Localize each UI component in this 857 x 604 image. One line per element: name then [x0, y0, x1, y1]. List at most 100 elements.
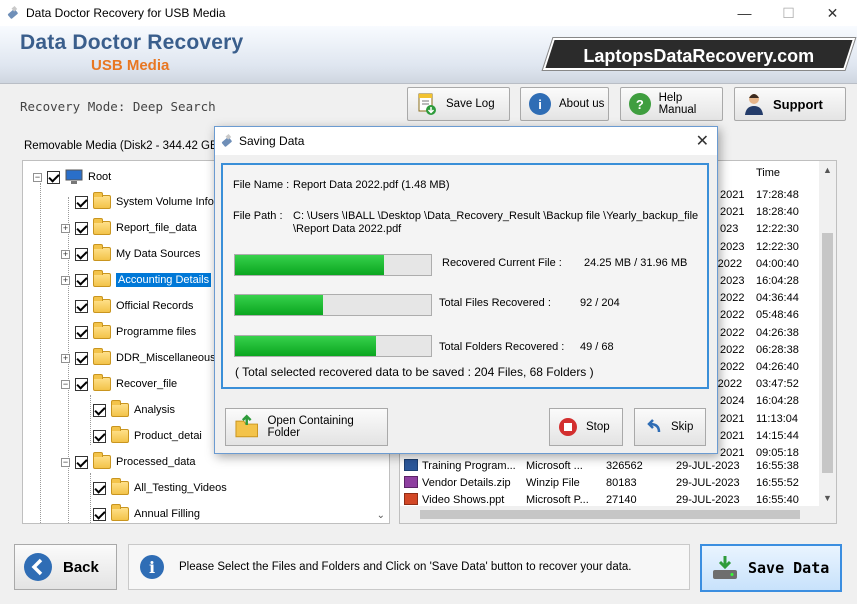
tree-item[interactable]: − Recover_file	[61, 373, 177, 395]
support-button[interactable]: Support	[734, 87, 846, 121]
horizontal-scrollbar[interactable]	[400, 506, 836, 523]
files-recovered-label: Total Files Recovered :	[439, 297, 551, 309]
info-message: Please Select the Files and Folders and …	[179, 561, 632, 573]
tree-label: Product_detai	[134, 430, 202, 442]
files-progress-bar	[234, 294, 432, 316]
tree-item[interactable]: Analysis	[93, 399, 175, 421]
save-data-button[interactable]: Save Data	[700, 544, 842, 592]
collapse-icon[interactable]: −	[61, 379, 70, 389]
file-name-value: Report Data 2022.pdf (1.48 MB)	[293, 179, 450, 191]
current-file-value: 24.25 MB / 31.96 MB	[584, 257, 688, 269]
folder-icon	[93, 192, 111, 209]
tree-checkbox[interactable]	[75, 351, 88, 365]
tree-checkbox[interactable]	[75, 455, 88, 469]
tree-item[interactable]: Official Records	[61, 295, 193, 317]
scroll-down-icon[interactable]: ▼	[823, 493, 832, 503]
vertical-scrollbar[interactable]: ▲ ▼	[819, 161, 836, 523]
tree-checkbox[interactable]	[75, 325, 88, 339]
file-name-cell[interactable]: Video Shows.ppt	[422, 494, 504, 506]
tree-checkbox[interactable]	[75, 273, 88, 287]
column-header-time[interactable]: Time	[756, 167, 780, 179]
file-size-cell: 27140	[606, 494, 637, 506]
brand-subtitle: USB Media	[91, 57, 170, 74]
scroll-down-icon[interactable]: ⌄	[377, 510, 385, 521]
stop-icon	[559, 418, 577, 436]
tree-checkbox[interactable]	[75, 299, 88, 313]
dialog-close-button[interactable]: ✕	[696, 131, 709, 151]
expand-icon[interactable]: +	[61, 353, 70, 363]
file-date-cell: 2022	[720, 361, 745, 373]
tree-item[interactable]: + DDR_Miscellaneous	[61, 347, 216, 369]
open-containing-folder-button[interactable]: Open Containing Folder	[225, 408, 388, 446]
file-date-cell: 2022	[720, 309, 745, 322]
website-text: LaptopsDataRecovery.com	[582, 46, 814, 66]
scroll-thumb[interactable]	[822, 233, 833, 473]
tree-label: System Volume Info	[116, 196, 214, 208]
tree-item[interactable]: Product_detai	[93, 425, 202, 447]
tree-item[interactable]: + Report_file_data	[61, 217, 197, 239]
stop-button[interactable]: Stop	[549, 408, 623, 446]
tree-label: Root	[88, 171, 112, 183]
minimize-button[interactable]: —	[722, 0, 767, 26]
collapse-icon[interactable]: −	[33, 172, 42, 182]
progress-fill	[235, 255, 384, 275]
tree-checkbox[interactable]	[47, 170, 60, 184]
close-window-button[interactable]: ✕	[810, 0, 855, 26]
tree-checkbox[interactable]	[93, 507, 106, 521]
scroll-thumb[interactable]	[420, 510, 800, 519]
tree-label: All_Testing_Videos	[134, 482, 227, 494]
app-header: Data Doctor Recovery USB Media LaptopsDa…	[0, 26, 857, 84]
maximize-button[interactable]: ☐	[766, 0, 811, 26]
tree-checkbox[interactable]	[93, 403, 106, 417]
tree-label: Recover_file	[116, 378, 178, 390]
file-name-label: File Name :	[233, 179, 290, 191]
file-time-cell: 16:04:28	[756, 275, 799, 287]
file-date-cell: 2022	[720, 326, 745, 339]
tree-item[interactable]: + Accounting Details	[61, 269, 212, 291]
file-size-cell: 326562	[606, 460, 643, 472]
save-log-button[interactable]: Save Log	[407, 87, 510, 121]
tree-item[interactable]: − Processed_data	[61, 451, 196, 473]
file-type-cell: Winzip File	[526, 477, 580, 489]
tree-checkbox[interactable]	[75, 221, 88, 235]
current-file-label: Recovered Current File :	[442, 257, 562, 269]
tree-item[interactable]: Programme files	[61, 321, 196, 343]
folders-recovered-label: Total Folders Recovered :	[439, 341, 565, 353]
tree-checkbox[interactable]	[75, 377, 88, 391]
tree-checkbox[interactable]	[75, 247, 88, 261]
help-manual-button[interactable]: ? Help Manual	[620, 87, 723, 121]
tree-item[interactable]: All_Testing_Videos	[93, 477, 227, 499]
tree-label: My Data Sources	[116, 248, 201, 260]
tree-item[interactable]: System Volume Info	[61, 191, 214, 213]
file-time-cell: 06:28:38	[756, 343, 799, 356]
back-button[interactable]: Back	[14, 544, 117, 590]
file-name-cell[interactable]: Training Program...	[422, 460, 516, 472]
about-us-button[interactable]: i About us	[520, 87, 609, 121]
tree-checkbox[interactable]	[93, 429, 106, 443]
scroll-up-icon[interactable]: ▲	[823, 165, 832, 175]
expand-icon[interactable]: +	[61, 275, 70, 285]
file-time-cell: 11:13:04	[756, 412, 799, 425]
svg-text:i: i	[149, 558, 155, 577]
tree-item[interactable]: Annual Filling	[93, 503, 201, 523]
tree-checkbox[interactable]	[75, 195, 88, 209]
dialog-title: Saving Data	[239, 134, 305, 148]
tree-item[interactable]: + My Data Sources	[61, 243, 200, 265]
progress-fill	[235, 336, 377, 356]
expand-icon[interactable]: +	[61, 223, 70, 233]
tree-checkbox[interactable]	[93, 481, 106, 495]
collapse-icon[interactable]: −	[61, 457, 70, 467]
usb-app-icon	[221, 133, 232, 147]
file-time-cell: 18:28:40	[756, 206, 799, 219]
file-date-cell: 2021	[720, 447, 745, 459]
skip-button[interactable]: Skip	[634, 408, 706, 446]
file-time-cell: 14:15:44	[756, 429, 799, 442]
website-banner: LaptopsDataRecovery.com	[542, 38, 856, 70]
tree-label: Annual Filling	[134, 508, 201, 520]
tree-root[interactable]: − Root	[33, 166, 111, 188]
expand-icon[interactable]: +	[61, 249, 70, 259]
file-name-cell[interactable]: Vendor Details.zip	[422, 477, 511, 489]
tree-label-selected: Accounting Details	[116, 273, 212, 287]
folders-progress-bar	[234, 335, 432, 357]
current-file-progress-bar	[234, 254, 432, 276]
